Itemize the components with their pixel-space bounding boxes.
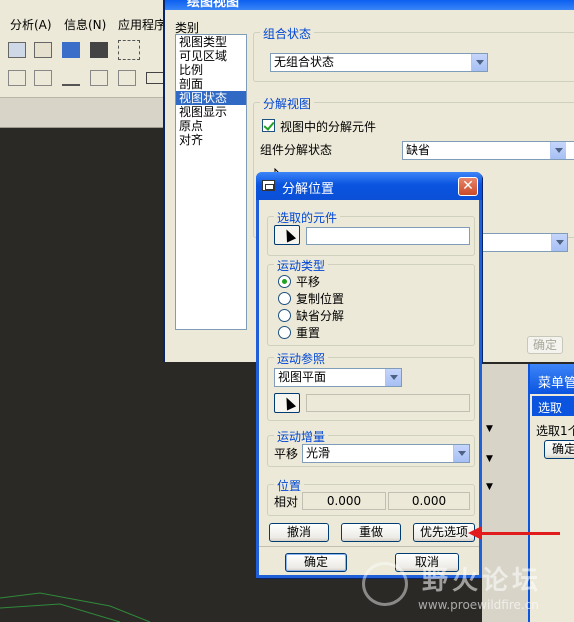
undo-button[interactable]: 撤消 xyxy=(269,523,329,542)
explode-position-dialog: 分解位置 ✕ 选取的元件 运动类型 平移 复制位置 缺省分解 重置 运动参照 视… xyxy=(256,172,482,578)
watermark-title: 野火论坛 xyxy=(422,566,543,596)
category-item[interactable]: 可见区域 xyxy=(176,49,246,63)
select-box-icon[interactable] xyxy=(118,40,140,60)
chevron-down-icon[interactable] xyxy=(453,445,469,462)
category-item[interactable]: 视图显示 xyxy=(176,105,246,119)
arrow-head-icon xyxy=(468,526,482,540)
motion-increment-title: 运动增量 xyxy=(274,428,329,445)
select-part-arrow-button[interactable] xyxy=(274,225,300,245)
main-ok-button[interactable]: 确定 xyxy=(527,336,563,354)
increment-select[interactable]: 光滑 xyxy=(302,444,470,463)
radio-default-explode-label: 缺省分解 xyxy=(296,309,345,323)
redo-button[interactable]: 重做 xyxy=(341,523,401,542)
motion-reference-title: 运动参照 xyxy=(274,350,329,367)
combo-state-group: 组合状态 无组合状态 xyxy=(253,25,574,82)
selected-parts-field[interactable] xyxy=(306,227,470,245)
select-panel-title: 选取 xyxy=(532,396,574,416)
toolbar-icon-5[interactable] xyxy=(8,70,26,86)
ok-button[interactable]: 确定 xyxy=(285,553,347,572)
toolbar-icon-9[interactable] xyxy=(118,70,136,86)
watermark-logo-icon xyxy=(362,562,408,606)
chevron-down-icon[interactable]: ▼ xyxy=(486,424,493,434)
radio-translate[interactable] xyxy=(278,275,291,288)
menu-analysis[interactable]: 分析(A) xyxy=(10,16,52,33)
select-reference-arrow-button[interactable] xyxy=(274,393,300,413)
menu-info[interactable]: 信息(N) xyxy=(64,16,106,33)
chevron-down-icon[interactable]: ▼ xyxy=(486,454,493,464)
explode-state-select[interactable]: 缺省 xyxy=(402,141,574,160)
radio-reset-label: 重置 xyxy=(296,326,321,340)
tab-strip xyxy=(0,98,170,128)
close-button[interactable]: ✕ xyxy=(458,177,478,196)
radio-default-explode[interactable] xyxy=(278,309,291,322)
category-item[interactable]: 剖面 xyxy=(176,77,246,91)
motion-increment-group: 运动增量 平移 光滑 xyxy=(267,428,475,467)
chevron-down-icon[interactable] xyxy=(385,369,401,386)
toolbar-icon-6[interactable] xyxy=(34,70,52,86)
drawing-view-titlebar[interactable]: 绘图视图 xyxy=(165,0,574,10)
increment-value: 光滑 xyxy=(306,446,331,460)
combo-state-select[interactable]: 无组合状态 xyxy=(270,53,488,72)
category-item[interactable]: 对齐 xyxy=(176,133,246,147)
explode-state-value: 缺省 xyxy=(406,143,431,157)
menu-applications[interactable]: 应用程序 xyxy=(118,16,166,33)
increment-label: 平移 xyxy=(274,447,299,461)
drawing-view-title: 绘图视图 xyxy=(187,0,240,10)
position-y-value: 0.000 xyxy=(388,492,470,510)
reference-field[interactable] xyxy=(306,394,470,412)
chevron-down-icon[interactable]: ▼ xyxy=(486,482,493,492)
chevron-down-icon[interactable] xyxy=(551,234,567,251)
radio-translate-label: 平移 xyxy=(296,275,321,289)
explode-view-title: 分解视图 xyxy=(260,95,315,112)
position-group: 位置 相对 0.000 0.000 xyxy=(267,477,475,516)
toolbar-icon-8[interactable] xyxy=(90,70,108,86)
window-icon xyxy=(262,180,275,191)
explode-components-label: 视图中的分解元件 xyxy=(280,120,377,134)
position-relative-label: 相对 xyxy=(274,495,299,509)
explode-state-label: 组件分解状态 xyxy=(260,143,333,157)
hidden-select[interactable] xyxy=(478,233,568,252)
combo-state-value: 无组合状态 xyxy=(274,55,335,69)
motion-reference-value: 视图平面 xyxy=(278,370,327,384)
select-hint: 选取1个 xyxy=(536,424,574,438)
radio-copy-position-label: 复制位置 xyxy=(296,292,345,306)
toolbar-icon-2[interactable] xyxy=(34,42,52,58)
motion-reference-select[interactable]: 视图平面 xyxy=(274,368,402,387)
category-item-selected[interactable]: 视图状态 xyxy=(176,91,246,105)
explode-components-checkbox[interactable] xyxy=(262,119,275,132)
motion-reference-group: 运动参照 视图平面 xyxy=(267,350,475,421)
watermark-url: www.proewildfire.cn xyxy=(418,598,539,612)
annotation-arrow xyxy=(478,532,560,535)
preferences-button[interactable]: 优先选项 xyxy=(413,523,475,542)
combo-state-title: 组合状态 xyxy=(260,25,315,42)
toolbar-icon-3[interactable] xyxy=(62,42,80,58)
motion-type-title: 运动类型 xyxy=(274,257,329,274)
menu-manager-ok-button[interactable]: 确定 xyxy=(544,440,574,459)
radio-copy-position[interactable] xyxy=(278,292,291,305)
category-item[interactable]: 原点 xyxy=(176,119,246,133)
binoculars-icon[interactable] xyxy=(90,42,108,58)
position-title: 位置 xyxy=(274,477,305,494)
toolbar-icon-1[interactable] xyxy=(8,42,26,58)
radio-reset[interactable] xyxy=(278,326,291,339)
position-x-value: 0.000 xyxy=(302,492,386,510)
toolbar-icon-7[interactable] xyxy=(62,70,80,86)
app-toolbar xyxy=(0,36,170,98)
menu-manager-title: 菜单管 xyxy=(530,364,574,394)
chevron-down-icon[interactable] xyxy=(550,142,566,159)
motion-type-group: 运动类型 平移 复制位置 缺省分解 重置 xyxy=(267,257,475,346)
category-item[interactable]: 视图类型 xyxy=(176,35,246,49)
chevron-down-icon[interactable] xyxy=(471,54,487,71)
divider xyxy=(259,546,479,547)
selected-parts-title: 选取的元件 xyxy=(274,209,341,226)
explode-position-title: 分解位置 xyxy=(282,182,335,197)
explode-position-titlebar[interactable]: 分解位置 ✕ xyxy=(256,172,482,200)
watermark: 野火论坛 www.proewildfire.cn xyxy=(362,560,574,622)
category-item[interactable]: 比例 xyxy=(176,63,246,77)
selected-parts-group: 选取的元件 xyxy=(267,209,475,256)
category-list[interactable]: 视图类型 可见区域 比例 剖面 视图状态 视图显示 原点 对齐 xyxy=(175,34,247,330)
